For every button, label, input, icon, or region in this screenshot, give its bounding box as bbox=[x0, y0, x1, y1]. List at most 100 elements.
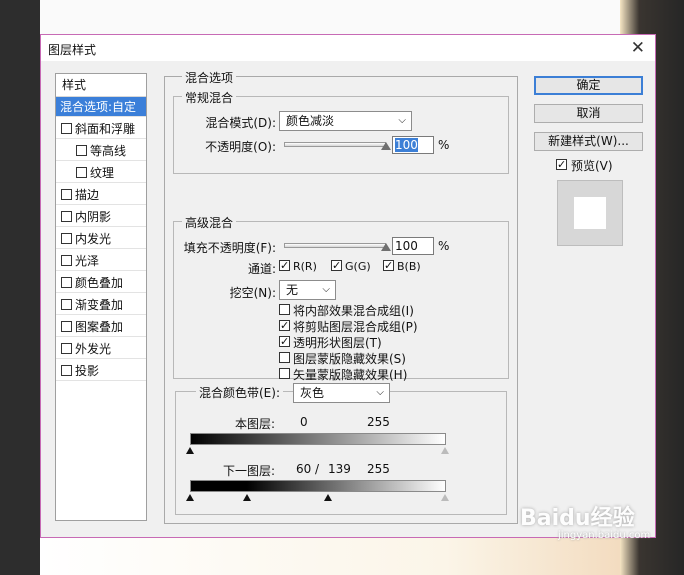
fill-opacity-value: 100 bbox=[395, 239, 418, 253]
style-item[interactable]: 描边 bbox=[56, 185, 146, 205]
new-style-button[interactable]: 新建样式(W)... bbox=[534, 132, 643, 151]
style-item-checkbox[interactable] bbox=[61, 343, 72, 354]
style-item[interactable]: 等高线 bbox=[56, 141, 146, 161]
this-layer-label: 本图层: bbox=[235, 417, 276, 431]
channel-checkbox[interactable]: ✓ bbox=[331, 260, 342, 271]
knockout-select[interactable]: 无 ⌵ bbox=[279, 280, 336, 300]
fill-opacity-unit: % bbox=[438, 239, 450, 253]
channel-checkbox[interactable]: ✓ bbox=[279, 260, 290, 271]
style-item-label: 等高线 bbox=[90, 144, 127, 158]
style-preview bbox=[557, 180, 623, 246]
cancel-button[interactable]: 取消 bbox=[534, 104, 643, 123]
style-item-label: 图案叠加 bbox=[75, 320, 124, 334]
opacity-slider-thumb[interactable] bbox=[381, 142, 391, 150]
channel-label[interactable]: R(R) bbox=[293, 260, 317, 273]
close-icon[interactable]: ✕ bbox=[631, 38, 645, 58]
underlying-black-slider[interactable] bbox=[186, 494, 194, 501]
this-layer-gradient[interactable] bbox=[190, 433, 446, 445]
channel-label[interactable]: G(G) bbox=[345, 260, 371, 273]
style-item-label: 光泽 bbox=[75, 254, 100, 268]
style-item-checkbox[interactable] bbox=[61, 277, 72, 288]
style-item-checkbox[interactable] bbox=[61, 365, 72, 376]
style-item-checkbox[interactable] bbox=[61, 189, 72, 200]
advanced-option-label[interactable]: 矢量蒙版隐藏效果(H) bbox=[293, 366, 407, 383]
advanced-option-checkbox[interactable] bbox=[279, 304, 290, 315]
style-item-checkbox[interactable] bbox=[61, 211, 72, 222]
channel-checkbox[interactable]: ✓ bbox=[383, 260, 394, 271]
style-item-checkbox[interactable] bbox=[61, 321, 72, 332]
underlying-white-slider[interactable] bbox=[441, 494, 449, 501]
blend-options-panel: 混合选项 常规混合 混合模式(D): 颜色减淡 ⌵ 不透明度(O): 100 %… bbox=[164, 69, 518, 524]
style-item[interactable]: 投影 bbox=[56, 361, 146, 381]
style-item-label: 纹理 bbox=[90, 166, 115, 180]
underlying-black-split-left[interactable] bbox=[243, 494, 251, 501]
advanced-blending-group: 高级混合 填充不透明度(F): 100 % 通道: ✓ R(R) ✓ G(G) ✓ B(B… bbox=[173, 214, 509, 382]
advanced-option-checkbox[interactable]: ✓ bbox=[279, 336, 290, 347]
style-item-label: 投影 bbox=[75, 364, 100, 378]
blend-if-value: 灰色 bbox=[300, 386, 325, 400]
ok-button[interactable]: 确定 bbox=[534, 76, 643, 95]
style-item-label: 斜面和浮雕 bbox=[75, 122, 136, 136]
style-item[interactable]: 外发光 bbox=[56, 339, 146, 359]
this-layer-low-value: 0 bbox=[300, 415, 308, 429]
style-item[interactable]: 颜色叠加 bbox=[56, 273, 146, 293]
advanced-option-label[interactable]: 将剪贴图层混合成组(P) bbox=[293, 318, 418, 335]
this-layer-high-value: 255 bbox=[367, 415, 390, 429]
style-item[interactable]: 光泽 bbox=[56, 251, 146, 271]
style-item[interactable]: 图案叠加 bbox=[56, 317, 146, 337]
advanced-option-checkbox[interactable] bbox=[279, 368, 290, 379]
blend-mode-label: 混合模式(D): bbox=[205, 116, 276, 130]
preview-label[interactable]: 预览(V) bbox=[571, 157, 613, 174]
advanced-option-checkbox[interactable] bbox=[279, 352, 290, 363]
underlying-black-split-right[interactable] bbox=[324, 494, 332, 501]
channel-label[interactable]: B(B) bbox=[397, 260, 421, 273]
style-item-checkbox[interactable] bbox=[76, 167, 87, 178]
opacity-slider[interactable] bbox=[284, 142, 386, 147]
style-item[interactable]: 内阴影 bbox=[56, 207, 146, 227]
style-item-checkbox[interactable] bbox=[61, 299, 72, 310]
this-layer-white-slider[interactable] bbox=[441, 447, 449, 454]
style-item[interactable]: 纹理 bbox=[56, 163, 146, 183]
underlying-separator: / bbox=[315, 462, 320, 476]
opacity-label: 不透明度(O): bbox=[205, 140, 276, 154]
style-item-checkbox[interactable] bbox=[61, 233, 72, 244]
fill-opacity-label: 填充不透明度(F): bbox=[183, 241, 276, 255]
blend-mode-select[interactable]: 颜色减淡 ⌵ bbox=[279, 111, 412, 131]
blend-if-select[interactable]: 灰色 ⌵ bbox=[293, 383, 390, 403]
knockout-label: 挖空(N): bbox=[229, 286, 276, 300]
underlying-layer-gradient[interactable] bbox=[190, 480, 446, 492]
advanced-blending-title: 高级混合 bbox=[182, 214, 237, 231]
styles-list: 样式 混合选项:自定斜面和浮雕等高线纹理描边内阴影内发光光泽颜色叠加 渐变叠加图案… bbox=[55, 73, 147, 521]
style-item-checkbox[interactable] bbox=[76, 145, 87, 156]
style-item-checkbox[interactable] bbox=[61, 255, 72, 266]
style-item-label: 描边 bbox=[75, 188, 100, 202]
desktop-background-left bbox=[0, 0, 40, 575]
advanced-option-checkbox[interactable]: ✓ bbox=[279, 320, 290, 331]
channels-label: 通道: bbox=[247, 262, 276, 276]
fill-opacity-slider[interactable] bbox=[284, 243, 386, 248]
dialog-title: 图层样式 bbox=[48, 43, 97, 57]
styles-header[interactable]: 样式 bbox=[56, 74, 146, 97]
style-item[interactable]: 混合选项:自定 bbox=[56, 97, 146, 117]
general-blending-group: 常规混合 混合模式(D): 颜色减淡 ⌵ 不透明度(O): 100 % bbox=[173, 89, 509, 174]
style-item[interactable]: 渐变叠加 bbox=[56, 295, 146, 315]
advanced-option-label[interactable]: 将内部效果混合成组(I) bbox=[293, 302, 414, 319]
style-item[interactable]: 内发光 bbox=[56, 229, 146, 249]
layer-style-dialog: 图层样式 ✕ 样式 混合选项:自定斜面和浮雕等高线纹理描边内阴影内发光光泽颜色叠… bbox=[40, 34, 656, 538]
style-item-checkbox[interactable] bbox=[61, 123, 72, 134]
fill-opacity-slider-thumb[interactable] bbox=[381, 243, 391, 251]
style-item-label: 混合选项:自定 bbox=[60, 100, 137, 114]
blend-options-title: 混合选项 bbox=[182, 69, 237, 86]
this-layer-black-slider[interactable] bbox=[186, 447, 194, 454]
advanced-option-label[interactable]: 图层蒙版隐藏效果(S) bbox=[293, 350, 406, 367]
opacity-input[interactable]: 100 bbox=[392, 136, 434, 154]
advanced-option-label[interactable]: 透明形状图层(T) bbox=[293, 334, 382, 351]
underlying-layer-label: 下一图层: bbox=[223, 464, 276, 478]
underlying-high-value: 255 bbox=[367, 462, 390, 476]
fill-opacity-input[interactable]: 100 bbox=[392, 237, 434, 255]
style-item-label: 内发光 bbox=[75, 232, 112, 246]
baidu-watermark-url: jingyan.baidu.com bbox=[558, 530, 651, 541]
preview-checkbox[interactable]: ✓ bbox=[556, 159, 567, 170]
style-item-label: 内阴影 bbox=[75, 210, 112, 224]
style-item[interactable]: 斜面和浮雕 bbox=[56, 119, 146, 139]
